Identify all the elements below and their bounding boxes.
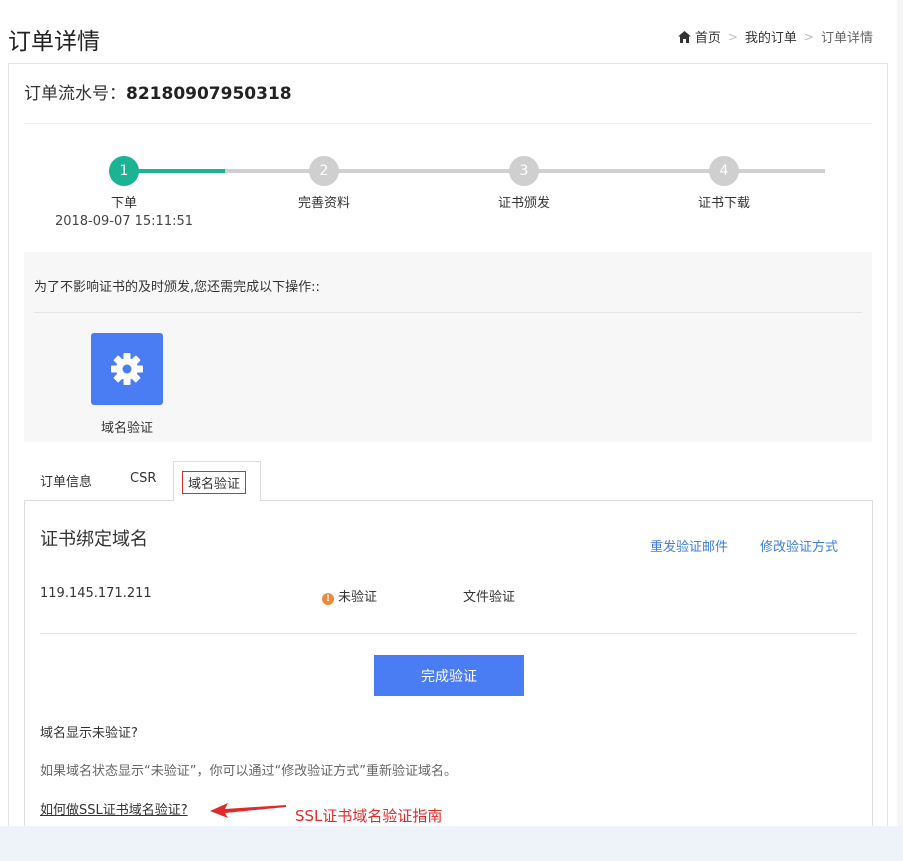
tab-bar: 订单信息 CSR 域名验证 — [24, 461, 873, 502]
tab-domain-verification-label: 域名验证 — [182, 471, 247, 494]
faq-description: 如果域名状态显示“未验证”，你可以通过“修改验证方式”重新验证域名。 — [40, 764, 457, 779]
ssl-guide-link[interactable]: 如何做SSL证书域名验证? — [40, 799, 188, 818]
guide-annotation: SSL证书域名验证指南 — [295, 807, 443, 825]
step-4-label: 证书下载 — [697, 196, 750, 211]
order-panel: 订单流水号：82180907950318 1 下单 2018-09-07 15:… — [8, 63, 888, 861]
pending-actions-box: 为了不影响证书的及时颁发,您还需完成以下操作:: 域名验证 — [24, 252, 872, 442]
progress-steps: 1 下单 2018-09-07 15:11:51 2 完善资料 3 证书颁发 4… — [9, 154, 889, 234]
domain-value: 119.145.171.211 — [40, 586, 152, 601]
arrow-left-icon — [210, 803, 286, 818]
domain-verification-content: 证书绑定域名 重发验证邮件 修改验证方式 119.145.171.211 ! 未验… — [24, 501, 873, 861]
order-number-label: 订单流水号： — [24, 84, 126, 104]
step-4-circle: 4 — [709, 156, 739, 186]
complete-verification-button[interactable]: 完成验证 — [374, 655, 524, 696]
divider — [24, 123, 872, 124]
modify-method-link[interactable]: 修改验证方式 — [760, 536, 838, 555]
warning-icon: ! — [322, 593, 334, 605]
page-title: 订单详情 — [8, 29, 100, 55]
step-1-label: 下单 — [110, 196, 137, 211]
tab-order-info[interactable]: 订单信息 — [40, 471, 92, 490]
domain-status: ! 未验证 — [322, 586, 377, 605]
domain-method: 文件验证 — [463, 590, 516, 605]
step-2-circle: 2 — [309, 156, 339, 186]
pending-actions-text: 为了不影响证书的及时颁发,您还需完成以下操作:: — [34, 280, 320, 295]
faq-title: 域名显示未验证? — [40, 726, 138, 741]
order-number: 订单流水号：82180907950318 — [24, 79, 292, 104]
breadcrumb-separator: > — [803, 29, 814, 44]
domain-verify-action-label: 域名验证 — [100, 421, 153, 436]
breadcrumb-current: 订单详情 — [820, 31, 873, 46]
breadcrumb-separator: > — [727, 29, 738, 44]
breadcrumb-orders-link[interactable]: 我的订单 — [745, 27, 797, 46]
breadcrumb-home-link[interactable]: 首页 — [695, 27, 721, 46]
order-number-value: 82180907950318 — [126, 84, 292, 104]
tab-domain-verification[interactable]: 域名验证 — [173, 461, 261, 502]
domain-verify-action-button[interactable] — [91, 333, 163, 405]
tab-csr[interactable]: CSR — [130, 471, 156, 486]
home-icon — [677, 30, 691, 43]
divider — [40, 633, 857, 634]
breadcrumb: 首页 > 我的订单 > 订单详情 — [677, 27, 873, 46]
gear-icon — [111, 353, 143, 385]
step-2-label: 完善资料 — [297, 196, 350, 211]
resend-email-link[interactable]: 重发验证邮件 — [650, 536, 728, 555]
step-3-label: 证书颁发 — [497, 196, 550, 211]
step-3-circle: 3 — [509, 156, 539, 186]
step-track-done — [125, 169, 225, 173]
page-scroll-edge — [897, 0, 903, 826]
bound-domains-title: 证书绑定域名 — [40, 529, 148, 550]
divider — [34, 312, 862, 313]
domain-status-text: 未验证 — [338, 590, 378, 605]
step-1-time: 2018-09-07 15:11:51 — [54, 214, 194, 229]
step-1-circle: 1 — [109, 156, 139, 186]
page-footer-bar — [0, 826, 903, 861]
